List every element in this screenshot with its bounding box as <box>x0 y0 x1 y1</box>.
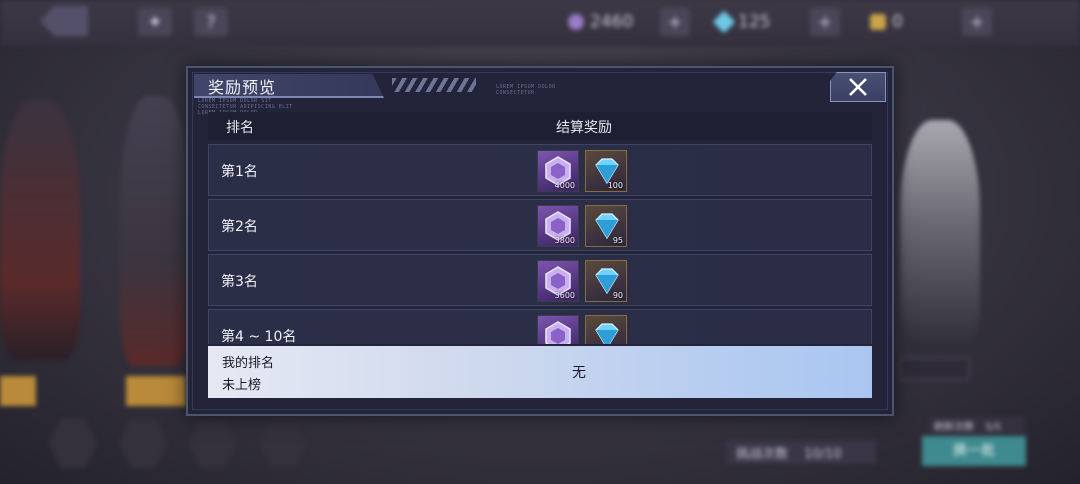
currency-diamond: 125 <box>712 10 771 34</box>
character-left-1 <box>0 100 80 360</box>
blue-diamond-icon[interactable]: 95 <box>585 205 627 247</box>
reward-count: 3600 <box>554 291 575 300</box>
table-row: 第4 ~ 10名 <box>208 309 872 344</box>
reward-column-header: 结算奖励 <box>556 120 612 136</box>
decor-text-top: LOREM IPSUM DOLOR CONSECTETUR <box>496 84 556 96</box>
help-icon-glyph: ? <box>206 11 216 33</box>
purple-gem-icon <box>568 14 584 30</box>
reward-count: 100 <box>607 181 623 190</box>
back-button[interactable] <box>40 6 88 36</box>
table-row: 第2名 3800 95 <box>208 199 872 251</box>
add-purple-button[interactable]: + <box>660 8 690 36</box>
table-row: 第3名 3600 90 <box>208 254 872 306</box>
currency-ticket-value: 0 <box>892 12 903 32</box>
challenge-label: 挑战次数 <box>736 447 789 462</box>
purple-gem-icon[interactable] <box>537 315 579 344</box>
card-label-right <box>900 358 970 380</box>
blue-diamond-icon[interactable]: 100 <box>585 150 627 192</box>
reward-list[interactable]: 第1名 4000 100 第2名 3800 95 第3名 3600 90 第4 … <box>208 144 872 344</box>
blue-diamond-icon[interactable] <box>585 315 627 344</box>
add-ticket-button[interactable]: + <box>962 8 992 36</box>
gem-glyph <box>545 321 571 344</box>
rank-label: 第1名 <box>221 164 258 180</box>
rank-label: 第2名 <box>221 219 258 235</box>
reward-count: 4000 <box>554 181 575 190</box>
plus-label: + <box>969 11 985 33</box>
my-rank-title: 我的排名 <box>222 356 275 371</box>
character-right <box>900 120 980 350</box>
top-bar: ✦ ? 2460 + 125 + 0 + <box>0 0 1080 46</box>
challenge-count: 挑战次数 10/10 <box>726 440 876 464</box>
refresh-chance: 刷新次数 5/5 <box>928 416 1026 434</box>
refresh-button[interactable]: 换一批 <box>922 436 1026 466</box>
plus-label: + <box>817 11 833 33</box>
hex-button-1[interactable] <box>48 418 98 468</box>
reward-preview-modal: 奖励预览 LOREM IPSUM DOLOR SIT CONSECTETUR A… <box>186 66 894 416</box>
rank-column-header: 排名 <box>226 120 254 136</box>
currency-ticket: 0 <box>870 12 903 32</box>
hex-button-4[interactable] <box>258 418 308 468</box>
diamond-glyph <box>595 323 619 344</box>
reward-count: 90 <box>612 291 623 300</box>
blue-diamond-icon <box>712 10 736 34</box>
my-rank-panel: 我的排名 未上榜 无 <box>208 346 872 398</box>
gold-tab-left <box>0 376 36 406</box>
purple-gem-icon[interactable]: 3800 <box>537 205 579 247</box>
blue-diamond-icon[interactable]: 90 <box>585 260 627 302</box>
rank-label: 第4 ~ 10名 <box>221 329 297 344</box>
gold-tab-mid <box>126 376 186 406</box>
close-button[interactable] <box>830 72 886 102</box>
rank-label: 第3名 <box>221 274 258 290</box>
modal-title: 奖励预览 <box>208 78 277 97</box>
table-row: 第1名 4000 100 <box>208 144 872 196</box>
decor-stripes <box>392 78 476 92</box>
currency-diamond-value: 125 <box>738 12 771 32</box>
table-header: 排名 结算奖励 <box>208 112 872 140</box>
character-left-2 <box>120 96 190 366</box>
star-icon[interactable]: ✦ <box>138 8 172 36</box>
close-icon <box>849 78 867 96</box>
my-rank-status: 未上榜 <box>222 378 262 393</box>
reward-count: 3800 <box>554 236 575 245</box>
chance-value: 5/5 <box>985 422 1002 433</box>
add-diamond-button[interactable]: + <box>810 8 840 36</box>
help-icon[interactable]: ? <box>194 8 228 36</box>
chance-label: 刷新次数 <box>934 422 974 433</box>
challenge-value: 10/10 <box>804 447 842 462</box>
currency-purple-value: 2460 <box>590 12 634 32</box>
my-rank-reward: 无 <box>572 365 586 381</box>
hex-button-3[interactable] <box>188 418 238 468</box>
reward-count: 95 <box>612 236 623 245</box>
plus-label: + <box>667 11 683 33</box>
gold-ticket-icon <box>870 14 886 30</box>
hex-button-2[interactable] <box>118 418 168 468</box>
purple-gem-icon[interactable]: 4000 <box>537 150 579 192</box>
currency-purple: 2460 <box>568 12 633 32</box>
purple-gem-icon[interactable]: 3600 <box>537 260 579 302</box>
